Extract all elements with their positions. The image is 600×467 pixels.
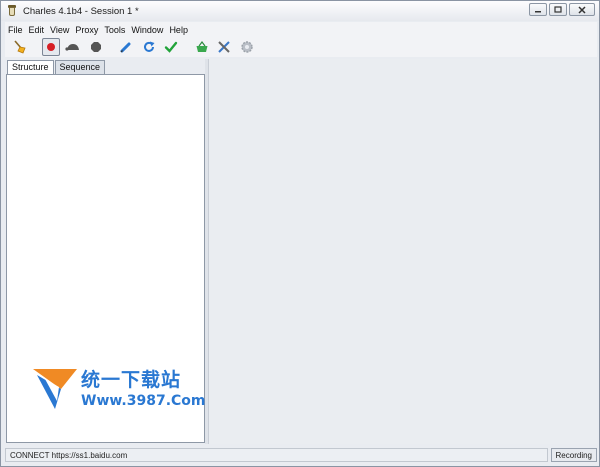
menu-bar: File Edit View Proxy Tools Window Help (5, 22, 597, 37)
record-button[interactable] (41, 38, 60, 56)
basket-icon (196, 41, 207, 52)
menu-edit[interactable]: Edit (26, 25, 48, 35)
check-icon (164, 41, 178, 53)
shopping-basket-button[interactable] (193, 38, 211, 56)
tab-structure[interactable]: Structure (7, 60, 54, 75)
structure-pane: Structure Sequence (5, 59, 206, 444)
detail-pane (208, 59, 597, 444)
validate-button[interactable] (162, 38, 180, 56)
title-bar[interactable]: Charles 4.1b4 - Session 1 * (1, 1, 599, 21)
menu-tools[interactable]: Tools (101, 25, 128, 35)
refresh-icon (143, 41, 154, 52)
minimize-icon (535, 10, 541, 12)
status-message: CONNECT https://ss1.baidu.com (5, 448, 548, 462)
menu-proxy[interactable]: Proxy (72, 25, 101, 35)
window-title: Charles 4.1b4 - Session 1 * (23, 5, 139, 17)
close-button[interactable] (569, 3, 595, 16)
pen-edit-icon (120, 42, 131, 53)
recording-status-badge[interactable]: Recording (550, 448, 597, 462)
settings-gear-icon (240, 41, 253, 53)
tools-button[interactable] (215, 38, 233, 56)
throttle-button[interactable] (64, 38, 82, 56)
settings-button[interactable] (238, 38, 256, 56)
view-tabs: Structure Sequence (7, 60, 106, 75)
tools-icon (218, 41, 230, 53)
tab-sequence[interactable]: Sequence (54, 60, 106, 74)
charles-jar-icon (7, 5, 17, 17)
close-icon (578, 5, 586, 14)
structure-tree[interactable] (6, 74, 205, 443)
broom-icon (14, 40, 26, 54)
minimize-button[interactable] (529, 3, 547, 16)
menu-file[interactable]: File (5, 25, 26, 35)
maximize-button[interactable] (549, 3, 567, 16)
menu-view[interactable]: View (47, 25, 72, 35)
maximize-icon (554, 6, 562, 13)
repeat-button[interactable] (140, 38, 158, 56)
clear-session-button[interactable] (11, 38, 29, 56)
toolbar (5, 37, 597, 57)
throttle-turtle-icon (65, 44, 79, 51)
compose-button[interactable] (117, 38, 135, 56)
app-window: Charles 4.1b4 - Session 1 * File Edit Vi… (0, 0, 600, 467)
breakpoints-button[interactable] (87, 38, 105, 56)
window-controls (529, 3, 595, 16)
status-bar: CONNECT https://ss1.baidu.com Recording (5, 447, 597, 463)
record-icon (46, 43, 55, 51)
menu-help[interactable]: Help (166, 25, 191, 35)
menu-window[interactable]: Window (128, 25, 166, 35)
stop-hexagon-icon (90, 42, 101, 52)
